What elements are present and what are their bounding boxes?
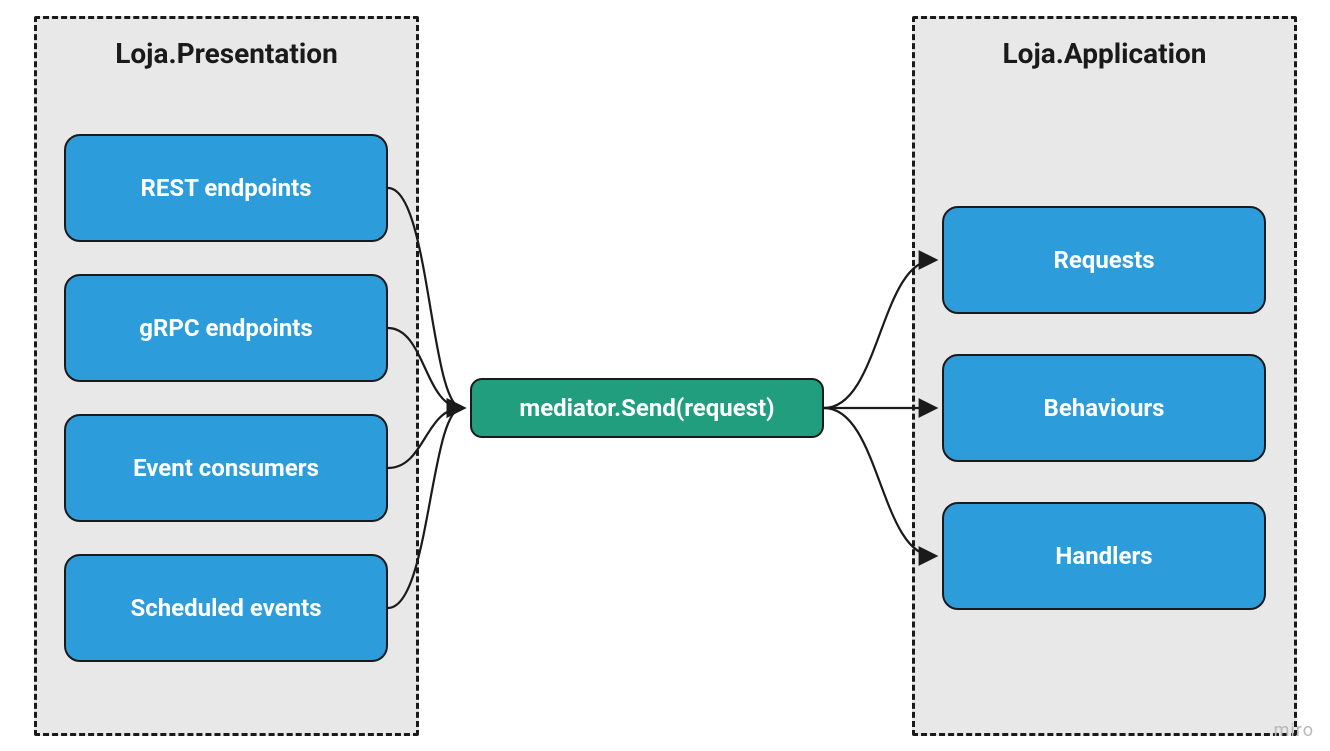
grpc-endpoints-box: gRPC endpoints (64, 274, 388, 382)
mediator-send-box: mediator.Send(request) (470, 378, 824, 438)
rest-endpoints-box: REST endpoints (64, 134, 388, 242)
behaviours-label: Behaviours (1044, 394, 1165, 422)
event-consumers-box: Event consumers (64, 414, 388, 522)
event-consumers-label: Event consumers (133, 454, 319, 482)
mediator-send-label: mediator.Send(request) (519, 394, 774, 422)
application-title: Loja.Application (915, 37, 1294, 70)
scheduled-events-label: Scheduled events (130, 594, 321, 622)
scheduled-events-box: Scheduled events (64, 554, 388, 662)
handlers-box: Handlers (942, 502, 1266, 610)
handlers-label: Handlers (1055, 542, 1152, 570)
behaviours-box: Behaviours (942, 354, 1266, 462)
rest-endpoints-label: REST endpoints (140, 174, 311, 202)
requests-label: Requests (1053, 246, 1154, 274)
presentation-title: Loja.Presentation (37, 37, 416, 70)
requests-box: Requests (942, 206, 1266, 314)
miro-watermark: miro (1274, 720, 1314, 741)
grpc-endpoints-label: gRPC endpoints (139, 314, 312, 342)
